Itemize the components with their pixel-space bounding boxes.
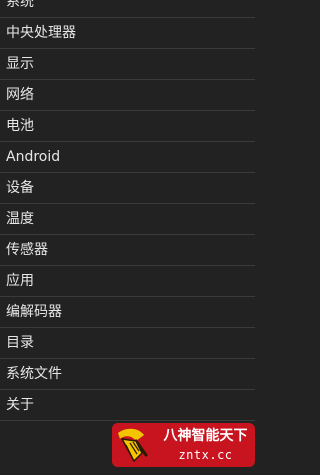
menu-item-label: 电池 bbox=[6, 118, 34, 134]
menu-item-sensors[interactable]: 传感器 bbox=[0, 235, 255, 266]
menu-item-system[interactable]: 系统 bbox=[0, 0, 255, 18]
menu-item-label: 编解码器 bbox=[6, 304, 62, 320]
menu-item-network[interactable]: 网络 bbox=[0, 80, 255, 111]
menu-item-apps[interactable]: 应用 bbox=[0, 266, 255, 297]
menu-item-device[interactable]: 设备 bbox=[0, 173, 255, 204]
menu-item-label: 显示 bbox=[6, 56, 34, 72]
menu-item-display[interactable]: 显示 bbox=[0, 49, 255, 80]
watermark-name: 八神智能天下 bbox=[163, 428, 248, 444]
menu-list: 系统 中央处理器 显示 网络 电池 Android 设备 温度 传感器 应用 编 bbox=[0, 0, 255, 421]
menu-item-cpu[interactable]: 中央处理器 bbox=[0, 18, 255, 49]
menu-item-label: 中央处理器 bbox=[6, 25, 76, 41]
menu-item-temperature[interactable]: 温度 bbox=[0, 204, 255, 235]
menu-item-label: 目录 bbox=[6, 335, 34, 351]
menu-item-label: 传感器 bbox=[6, 242, 48, 258]
menu-item-label: 温度 bbox=[6, 211, 34, 227]
menu-item-label: 设备 bbox=[6, 180, 34, 196]
menu-item-about[interactable]: 关于 bbox=[0, 390, 255, 421]
menu-item-android[interactable]: Android bbox=[0, 142, 255, 173]
menu-item-label: 网络 bbox=[6, 87, 34, 103]
menu-item-label: 关于 bbox=[6, 397, 34, 413]
watermark: 八神智能天下 zntx.cc bbox=[112, 423, 255, 467]
menu-item-system-files[interactable]: 系统文件 bbox=[0, 359, 255, 390]
menu-item-directories[interactable]: 目录 bbox=[0, 328, 255, 359]
menu-item-label: 系统文件 bbox=[6, 366, 62, 382]
menu-item-label: Android bbox=[6, 149, 61, 165]
menu-item-battery[interactable]: 电池 bbox=[0, 111, 255, 142]
menu-item-codecs[interactable]: 编解码器 bbox=[0, 297, 255, 328]
menu-item-label: 系统 bbox=[6, 0, 34, 10]
screen: 系统 中央处理器 显示 网络 电池 Android 设备 温度 传感器 应用 编 bbox=[0, 0, 255, 475]
menu-item-label: 应用 bbox=[6, 273, 34, 289]
broom-logo-icon bbox=[112, 423, 156, 467]
watermark-domain: zntx.cc bbox=[178, 448, 233, 462]
